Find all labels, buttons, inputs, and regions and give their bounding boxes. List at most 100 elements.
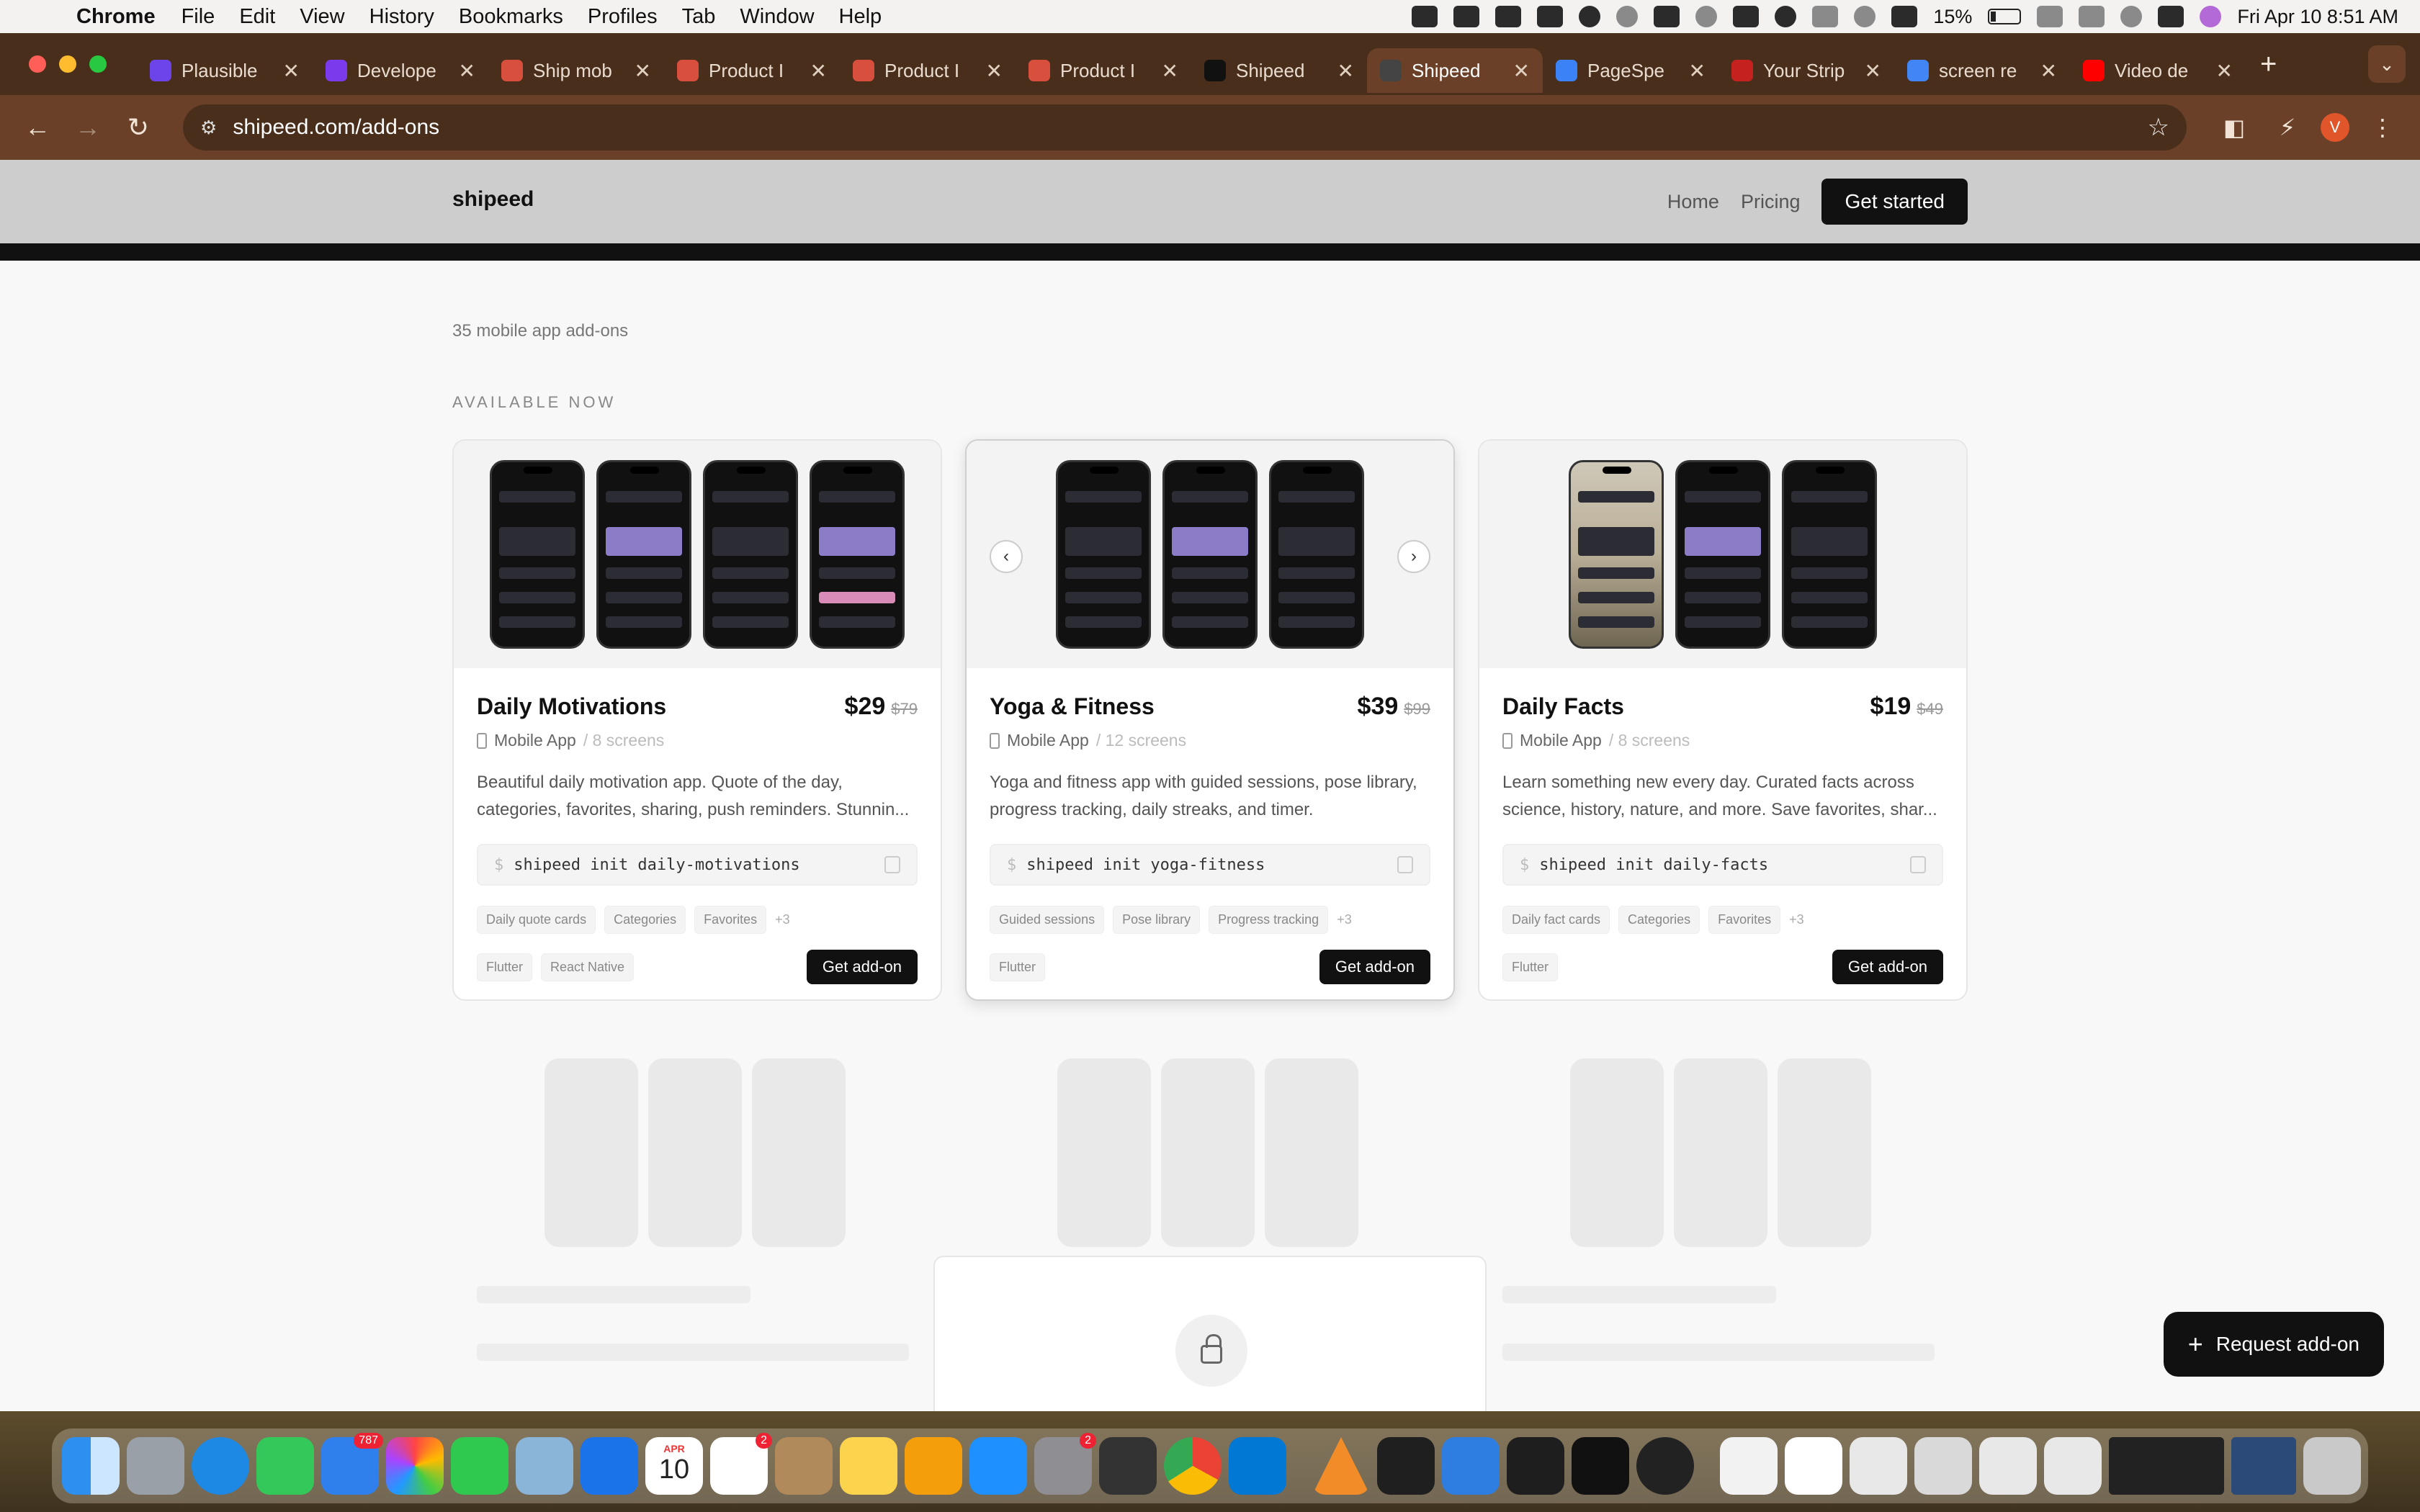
close-tab-icon[interactable]: ✕	[1689, 59, 1706, 83]
close-tab-icon[interactable]: ✕	[459, 59, 475, 83]
dog-icon[interactable]	[1654, 6, 1680, 27]
chrome-menu-icon[interactable]: ⋮	[2362, 107, 2403, 148]
browser-tab[interactable]: PageSpe ✕	[1543, 48, 1718, 93]
copy-icon[interactable]	[1397, 856, 1413, 873]
clock[interactable]: Fri Apr 10 8:51 AM	[2237, 6, 2398, 28]
pages-icon[interactable]	[905, 1437, 962, 1495]
cursor-icon[interactable]	[1572, 1437, 1629, 1495]
stack-icon[interactable]	[1537, 6, 1564, 27]
minimize-window-button[interactable]	[59, 55, 76, 73]
browser-tab[interactable]: Product I ✕	[1016, 48, 1191, 93]
site-settings-icon[interactable]: ⚙	[200, 117, 217, 139]
preview-icon[interactable]	[516, 1437, 573, 1495]
window-thumbnail[interactable]	[2231, 1437, 2296, 1495]
bluetooth-icon[interactable]	[1812, 6, 1839, 27]
install-command-text[interactable]: shipeed init daily-motivations	[514, 856, 884, 874]
menu-tab[interactable]: Tab	[682, 5, 716, 29]
battery-icon[interactable]	[1988, 9, 2022, 24]
calculator-icon[interactable]	[1099, 1437, 1157, 1495]
menu-edit[interactable]: Edit	[239, 5, 275, 29]
nav-pricing-link[interactable]: Pricing	[1741, 191, 1801, 213]
back-button[interactable]: ←	[17, 107, 58, 148]
close-tab-icon[interactable]: ✕	[2216, 59, 2233, 83]
openai-icon[interactable]	[1616, 6, 1639, 27]
siri-icon[interactable]	[2200, 6, 2222, 27]
menu-help[interactable]: Help	[839, 5, 882, 29]
wordpress-icon[interactable]	[1775, 6, 1797, 27]
new-tab-button[interactable]: +	[2260, 48, 2277, 81]
finder-icon[interactable]	[62, 1437, 120, 1495]
keynote-icon[interactable]	[581, 1437, 638, 1495]
circle-icon[interactable]	[1695, 6, 1718, 27]
volume-icon[interactable]	[2079, 6, 2105, 27]
terminal-icon[interactable]	[1377, 1437, 1435, 1495]
plist-file-icon[interactable]	[1979, 1437, 2037, 1495]
url-text[interactable]: shipeed.com/add-ons	[233, 115, 2147, 140]
site-logo[interactable]: shipeed	[452, 187, 534, 212]
search-app-icon[interactable]	[1579, 6, 1601, 27]
close-tab-icon[interactable]: ✕	[810, 59, 827, 83]
vlc-dock-icon[interactable]	[1312, 1437, 1370, 1495]
launchpad-icon[interactable]	[127, 1437, 184, 1495]
browser-tab[interactable]: Shipeed ✕	[1367, 48, 1543, 93]
carousel-next-button[interactable]: ›	[1397, 540, 1430, 573]
activity-monitor-icon[interactable]	[1636, 1437, 1694, 1495]
tab-search-button[interactable]: ⌄	[2368, 45, 2406, 83]
install-command[interactable]: $ shipeed init yoga-fitness	[990, 844, 1430, 886]
plist-file-icon[interactable]	[1850, 1437, 1907, 1495]
notes-icon[interactable]	[840, 1437, 897, 1495]
document-icon[interactable]	[1720, 1437, 1778, 1495]
xcode-icon[interactable]	[1442, 1437, 1500, 1495]
forward-button[interactable]: →	[68, 107, 108, 148]
contacts-icon[interactable]	[775, 1437, 833, 1495]
menu-history[interactable]: History	[369, 5, 434, 29]
maximize-window-button[interactable]	[89, 55, 107, 73]
install-command-text[interactable]: shipeed init daily-facts	[1539, 856, 1910, 874]
figma-icon[interactable]	[1495, 6, 1522, 27]
photos-icon[interactable]	[386, 1437, 444, 1495]
performance-icon[interactable]: ⚡	[2267, 107, 2308, 148]
display-icon[interactable]	[1733, 6, 1760, 27]
copy-icon[interactable]	[1910, 856, 1926, 873]
addon-card[interactable]: ‹ › Yoga & Fitness $39 $99 Mobile App/ 12 scr…	[965, 439, 1455, 1001]
profile-avatar[interactable]: V	[2321, 113, 2349, 142]
get-addon-button[interactable]: Get add-on	[1319, 950, 1430, 984]
trash-icon[interactable]	[2303, 1437, 2361, 1495]
get-addon-button[interactable]: Get add-on	[1832, 950, 1943, 984]
address-bar[interactable]: ⚙ shipeed.com/add-ons ☆	[183, 104, 2187, 150]
vlc-icon[interactable]	[1453, 6, 1480, 27]
bookmark-star-icon[interactable]: ☆	[2148, 113, 2169, 142]
app-menu-chrome[interactable]: Chrome	[76, 5, 156, 29]
carousel-prev-button[interactable]: ‹	[990, 540, 1023, 573]
unknown-file-icon[interactable]	[1914, 1437, 1972, 1495]
extensions-icon[interactable]: ◧	[2214, 107, 2254, 148]
menu-window[interactable]: Window	[740, 5, 814, 29]
hand-icon[interactable]	[1412, 6, 1438, 27]
reload-button[interactable]: ↻	[118, 107, 158, 148]
keyboard-input-icon[interactable]	[1891, 6, 1918, 27]
browser-tab[interactable]: Product I ✕	[840, 48, 1016, 93]
chrome-icon[interactable]	[1164, 1437, 1222, 1495]
addon-name[interactable]: Daily Facts	[1502, 693, 1624, 720]
addon-card[interactable]: Daily Facts $19 $49 Mobile App / 8 screens Le…	[1478, 439, 1968, 1001]
menu-file[interactable]: File	[182, 5, 215, 29]
browser-tab[interactable]: Develope ✕	[313, 48, 488, 93]
browser-tab[interactable]: Shipeed ✕	[1191, 48, 1367, 93]
figma-dock-icon[interactable]	[1507, 1437, 1564, 1495]
mail-icon[interactable]: 787	[321, 1433, 383, 1495]
close-tab-icon[interactable]: ✕	[635, 59, 651, 83]
close-tab-icon[interactable]: ✕	[1513, 59, 1530, 83]
calendar-icon[interactable]: APR 10	[645, 1437, 703, 1495]
browser-tab[interactable]: Ship mob ✕	[488, 48, 664, 93]
facetime-icon[interactable]	[451, 1437, 508, 1495]
nav-home-link[interactable]: Home	[1667, 191, 1719, 213]
close-tab-icon[interactable]: ✕	[1337, 59, 1354, 83]
browser-tab[interactable]: Your Strip ✕	[1718, 48, 1894, 93]
close-tab-icon[interactable]: ✕	[1162, 59, 1178, 83]
browser-tab[interactable]: Product I ✕	[664, 48, 840, 93]
airdrop-icon[interactable]	[1854, 6, 1876, 27]
music-file-icon[interactable]	[1785, 1437, 1842, 1495]
close-tab-icon[interactable]: ✕	[1865, 59, 1881, 83]
reminders-icon[interactable]: 2	[710, 1433, 772, 1495]
menu-view[interactable]: View	[300, 5, 344, 29]
